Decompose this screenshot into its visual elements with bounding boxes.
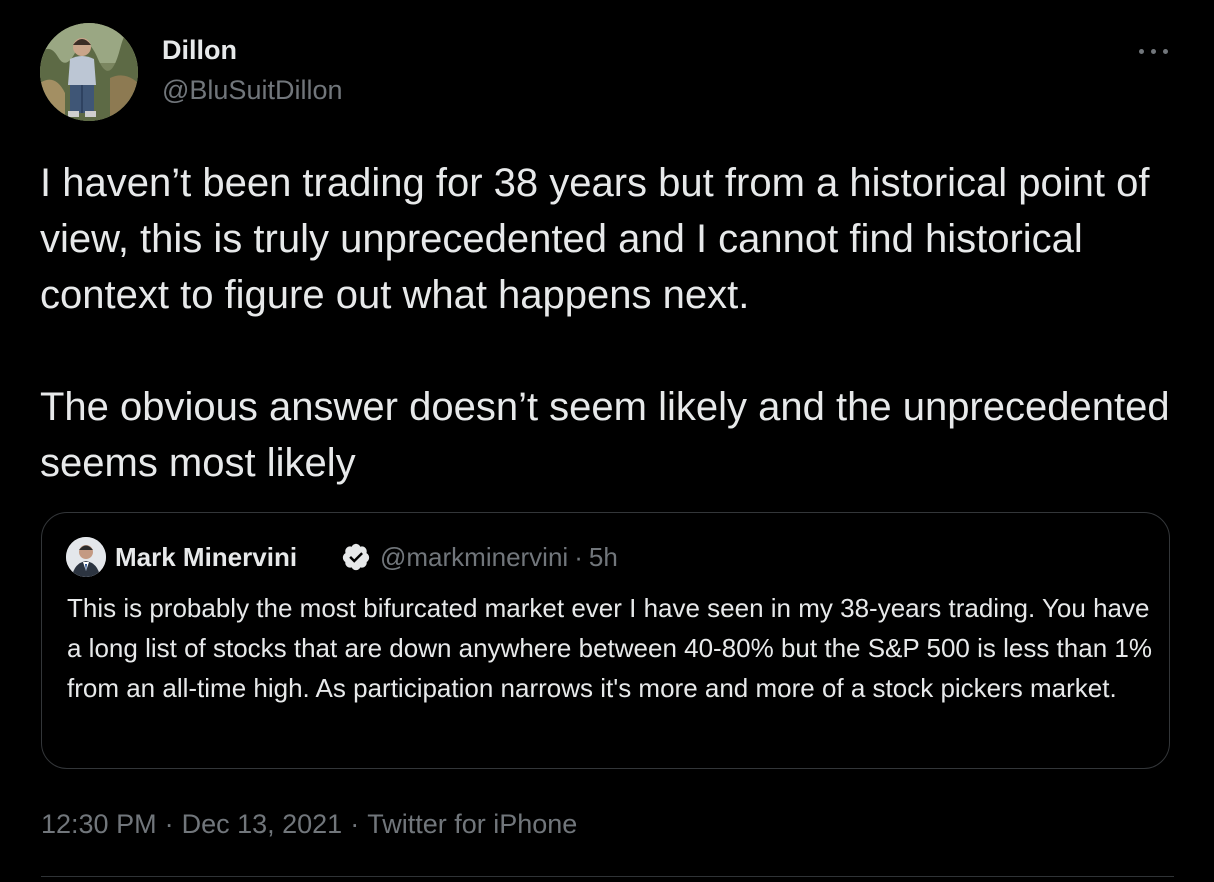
quoted-author-handle: @markminervini (380, 542, 569, 572)
author-avatar[interactable] (40, 23, 138, 121)
tweet-text: I haven’t been trading for 38 years but … (40, 155, 1190, 491)
more-horizontal-icon-dot (1139, 49, 1144, 54)
quoted-author-avatar (66, 537, 106, 577)
tweet-source-link[interactable]: Twitter for iPhone (367, 809, 577, 839)
profile-photo (40, 23, 138, 121)
meta-separator: · (350, 809, 360, 839)
quoted-tweet-text: This is probably the most bifurcated mar… (67, 593, 1152, 703)
quoted-author-name: Mark Minervini (115, 542, 298, 572)
more-horizontal-icon-dot (1163, 49, 1168, 54)
quoted-tweet-card[interactable]: Mark Minervini @markminervini · 5h This is… (41, 512, 1170, 769)
more-horizontal-icon-dot (1151, 49, 1156, 54)
more-options-button[interactable] (1134, 36, 1174, 66)
author-display-name[interactable]: Dillon (162, 32, 237, 68)
quoted-tweet-meta: @markminervini · 5h (380, 539, 618, 575)
quoted-tweet-age: 5h (588, 542, 618, 572)
tweet-date[interactable]: Dec 13, 2021 (182, 809, 343, 839)
tweet-timestamp-row: 12:30 PM · Dec 13, 2021 · Twitter for iPhone (41, 805, 577, 843)
tweet-time[interactable]: 12:30 PM (41, 809, 157, 839)
tweet-paragraph: I haven’t been trading for 38 years but … (40, 161, 1150, 317)
meta-separator: · (164, 809, 174, 839)
meta-separator: · (574, 542, 583, 572)
profile-photo (66, 537, 106, 577)
divider (41, 876, 1174, 877)
author-handle[interactable]: @BluSuitDillon (162, 72, 342, 108)
tweet-paragraph: The obvious answer doesn’t seem likely a… (40, 385, 1170, 485)
verified-badge-icon (342, 543, 370, 571)
